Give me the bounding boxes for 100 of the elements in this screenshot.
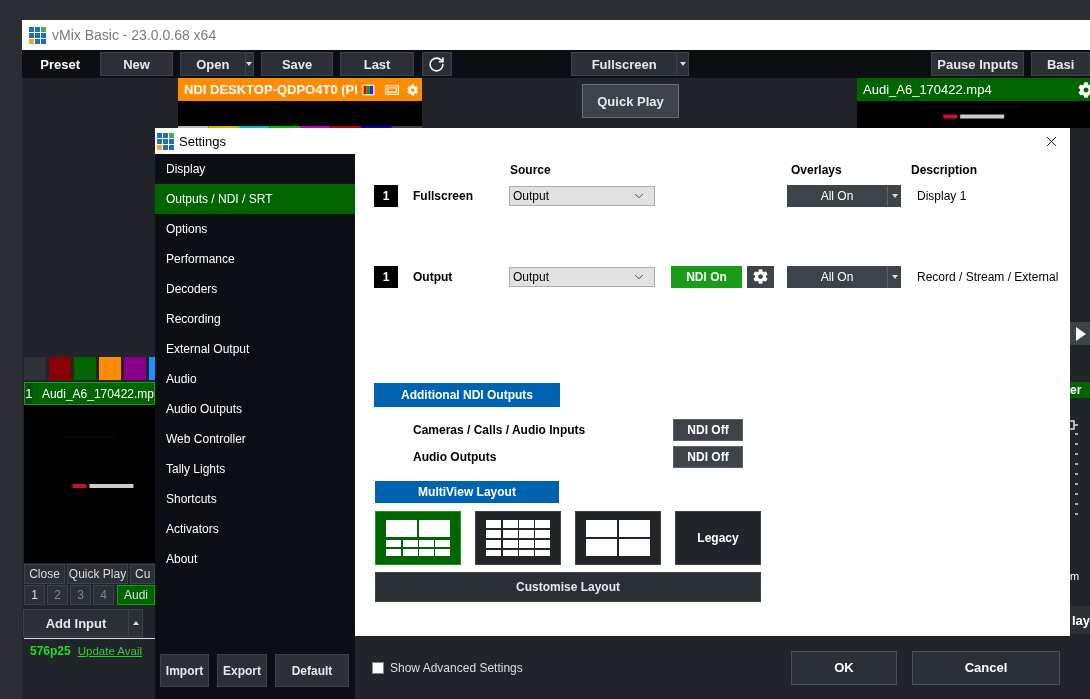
sidebar-item[interactable]: External Output — [155, 334, 355, 364]
strip-header: er — [1070, 382, 1090, 398]
cancel-button[interactable]: Cancel — [912, 650, 1060, 685]
quick-play-button[interactable]: Quick Play — [582, 84, 679, 118]
overlay-input-button[interactable]: Audi — [117, 585, 155, 605]
settings-button[interactable] — [747, 265, 774, 288]
sidebar-item[interactable]: About — [155, 544, 355, 574]
play-button[interactable] — [1070, 322, 1090, 345]
ndi-button[interactable]: NDI Off — [673, 419, 743, 441]
dialog-title: Settings — [179, 133, 226, 149]
column-header: Description — [911, 163, 978, 177]
toolbar-button[interactable]: Basi — [1031, 52, 1090, 76]
update-link[interactable]: Update Avail — [77, 644, 143, 657]
sidebar-item[interactable]: Options — [155, 214, 355, 244]
color-swatch[interactable] — [99, 357, 121, 380]
toolbar-button[interactable]: Last — [340, 52, 414, 76]
overlay-button[interactable]: 4 — [93, 585, 114, 605]
app-logo-icon — [29, 26, 46, 44]
toolbar-button[interactable]: Save — [260, 52, 334, 76]
settings-icon — [753, 269, 768, 284]
output-name: Output — [412, 269, 454, 284]
output-description: Record / Stream / External — [916, 269, 1060, 284]
ndi-output-label: Cameras / Calls / Audio Inputs — [412, 423, 587, 437]
program-title: Audi_A6_170422.mp4 — [863, 82, 992, 97]
sidebar-button[interactable]: Import — [160, 654, 209, 687]
column-header: Overlays — [790, 163, 843, 177]
strip-label: m — [1070, 570, 1081, 582]
checkbox[interactable] — [372, 661, 384, 674]
source-dropdown[interactable]: Output — [509, 266, 655, 287]
caret-icon — [891, 193, 898, 198]
strip-button[interactable]: lay — [1070, 606, 1090, 634]
toolbar-button[interactable]: Pause Inputs — [931, 52, 1025, 76]
sidebar-item[interactable]: Shortcuts — [155, 484, 355, 514]
toolbar-button[interactable]: Open — [179, 52, 246, 76]
color-swatch[interactable] — [49, 357, 71, 380]
ndi-output-label: Audio Outputs — [412, 450, 498, 464]
play-icon — [1076, 326, 1086, 341]
output-number: 1 — [374, 265, 398, 288]
section-header: MultiView Layout — [375, 481, 559, 503]
caret-icon — [891, 274, 898, 279]
toolbar-button[interactable]: Fullscreen — [571, 52, 678, 76]
ok-button[interactable]: OK — [791, 650, 897, 685]
dropdown-button[interactable] — [129, 609, 143, 637]
video-format: 576p25 — [30, 643, 71, 658]
output-name: Fullscreen — [412, 188, 475, 203]
ndi-button[interactable]: NDI On — [671, 265, 742, 288]
checkbox-label: Show Advanced Settings — [390, 660, 523, 675]
layout-button[interactable]: Legacy — [675, 511, 761, 565]
overlays-button[interactable]: All On — [787, 265, 887, 288]
sidebar-item[interactable]: Recording — [155, 304, 355, 334]
sidebar-button[interactable]: Default — [275, 654, 349, 687]
preset-label: Preset — [39, 56, 82, 72]
dropdown-button[interactable] — [887, 265, 901, 288]
output-description: Display 1 — [916, 188, 968, 203]
input-button[interactable]: Close — [24, 564, 65, 584]
sidebar-item[interactable]: Outputs / NDI / SRT — [155, 184, 355, 214]
source-dropdown[interactable]: Output — [509, 185, 655, 206]
color-swatch[interactable] — [74, 357, 96, 380]
color-swatch[interactable] — [124, 357, 146, 380]
overlay-button[interactable]: 3 — [70, 585, 91, 605]
sidebar-item[interactable]: Activators — [155, 514, 355, 544]
output-number: 1 — [374, 184, 398, 207]
ndi-button[interactable]: NDI Off — [673, 446, 743, 468]
input-title: Audi_A6_170422.mp — [41, 386, 154, 401]
input-number: 1 — [25, 383, 33, 404]
input-button[interactable]: Quick Play — [67, 564, 128, 584]
sidebar-item[interactable]: Web Controller — [155, 424, 355, 454]
layout-grid-icon — [586, 520, 650, 556]
dropdown-button[interactable] — [245, 52, 254, 76]
sidebar-button[interactable]: Export — [217, 654, 267, 687]
sidebar-item[interactable]: Audio Outputs — [155, 394, 355, 424]
sidebar-item[interactable]: Tally Lights — [155, 454, 355, 484]
dropdown-button[interactable] — [677, 52, 690, 76]
app-logo-icon — [157, 132, 174, 150]
sidebar-item[interactable]: Performance — [155, 244, 355, 274]
layout-button[interactable] — [575, 511, 661, 565]
layout-button[interactable] — [375, 511, 461, 565]
overlay-button[interactable]: 2 — [47, 585, 68, 605]
caret-icon — [679, 62, 686, 66]
customise-layout-button[interactable]: Customise Layout — [375, 572, 761, 602]
add-input-button[interactable]: Add Input — [23, 609, 129, 637]
caret-icon — [246, 62, 253, 66]
section-header: Additional NDI Outputs — [374, 383, 560, 407]
refresh-icon — [428, 55, 446, 73]
dropdown-button[interactable] — [887, 184, 901, 207]
window-title: vMix Basic - 23.0.0.68 x64 — [52, 27, 217, 43]
sidebar-item[interactable]: Decoders — [155, 274, 355, 304]
layout-button[interactable] — [475, 511, 561, 565]
input-button[interactable]: Cu — [130, 564, 155, 584]
sidebar-item[interactable]: Display — [155, 154, 355, 184]
preview-title: NDI DESKTOP-QDPO4T0 (Pl — [184, 82, 358, 97]
settings-icon[interactable] — [1078, 81, 1090, 98]
overlays-button[interactable]: All On — [787, 184, 887, 207]
sidebar-item[interactable]: Audio — [155, 364, 355, 394]
column-header: Source — [509, 163, 552, 177]
layout-grid-icon — [486, 520, 550, 556]
refresh-button[interactable] — [421, 52, 453, 76]
overlay-button[interactable]: 1 — [24, 585, 45, 605]
toolbar-button[interactable]: New — [100, 52, 173, 76]
layout-grid-icon — [386, 520, 450, 556]
